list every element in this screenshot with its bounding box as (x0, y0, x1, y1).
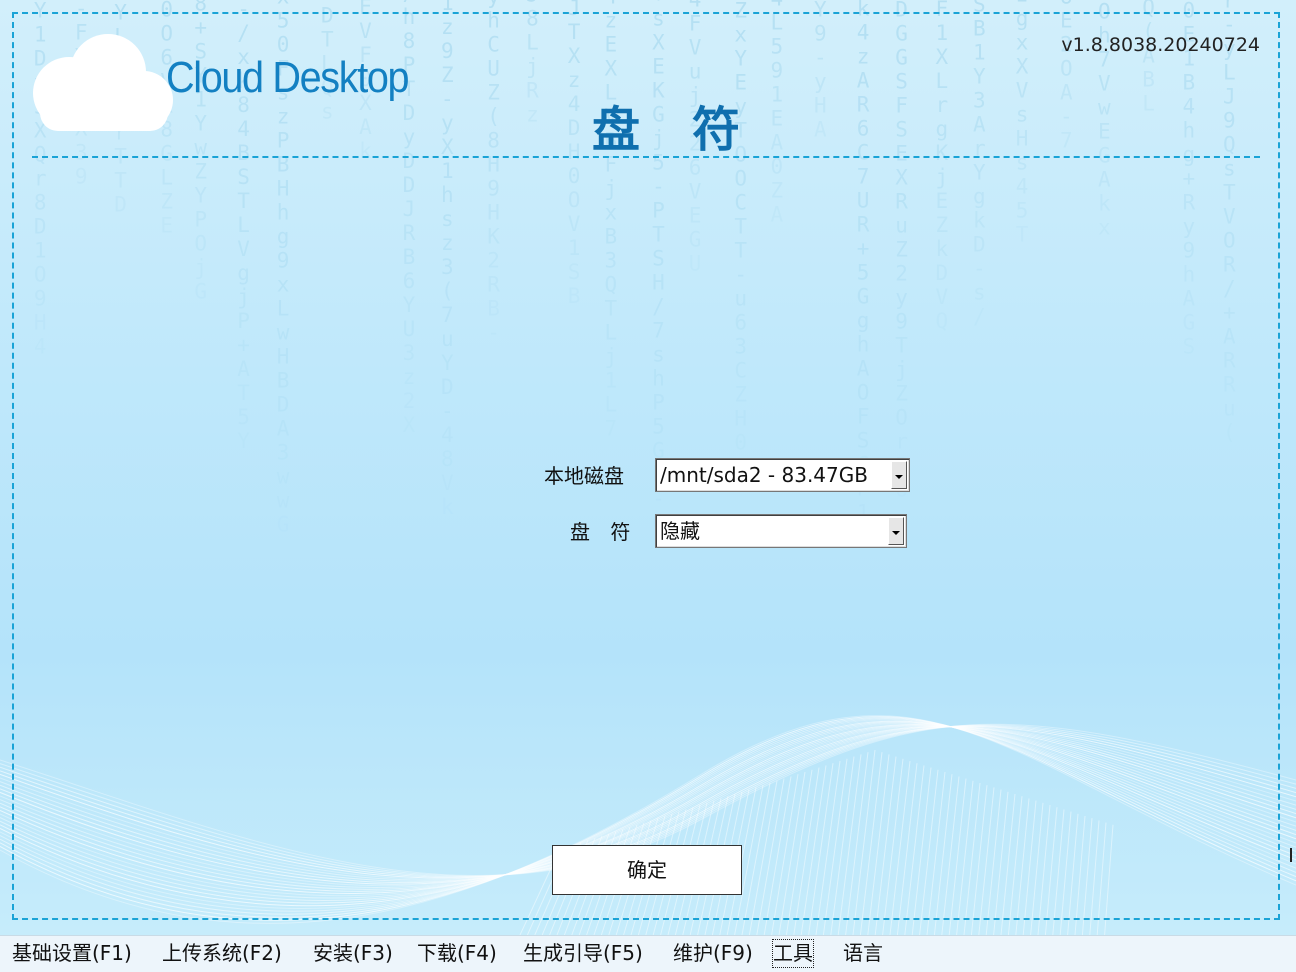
svg-text:4: 4 (605, 0, 618, 9)
svg-text:4: 4 (689, 0, 702, 12)
drive-letter-dropdown-button[interactable] (888, 517, 904, 545)
drive-letter-value: 隐藏 (660, 519, 700, 543)
menu-item-upload-system[interactable]: 上传系统(F2) (162, 939, 282, 968)
svg-text:r: r (1223, 0, 1236, 13)
local-disk-label: 本地磁盘 (544, 464, 624, 488)
chevron-down-icon (892, 531, 900, 535)
svg-text:J: J (526, 0, 539, 7)
local-disk-dropdown-button[interactable] (891, 461, 907, 489)
menu-item-tools[interactable]: 工具 (772, 939, 814, 968)
confirm-button[interactable]: 确定 (552, 845, 742, 895)
cloud-icon (33, 34, 173, 131)
local-disk-value: /mnt/sda2 - 83.47GB (660, 463, 868, 487)
menu-item-generate-boot[interactable]: 生成引导(F5) (523, 939, 643, 968)
edge-marker (1290, 848, 1292, 862)
svg-text:4: 4 (771, 0, 784, 11)
app-name: Cloud Desktop (166, 53, 410, 102)
drive-letter-label: 盘 符 (570, 520, 631, 544)
menu-bar: 基础设置(F1) 上传系统(F2) 安装(F3) 下载(F4) 生成引导(F5)… (0, 935, 1296, 972)
version-label: v1.8.8038.20240724 (1061, 34, 1260, 56)
drive-letter-select[interactable]: 隐藏 (655, 514, 907, 548)
page-title: 盘符 (592, 102, 793, 158)
menu-item-install[interactable]: 安装(F3) (313, 939, 393, 968)
menu-item-download[interactable]: 下载(F4) (417, 939, 497, 968)
svg-text:x: x (277, 0, 290, 9)
menu-item-maintenance[interactable]: 维护(F9) (673, 939, 753, 968)
svg-text:y: y (487, 0, 500, 8)
menu-item-language[interactable]: 语言 (843, 939, 883, 968)
chevron-down-icon (895, 475, 903, 479)
menu-item-basic-settings[interactable]: 基础设置(F1) (12, 939, 132, 968)
main-screen: OY1Dy5XQr8D1O9H4+-FY+JX39YL3SHrTTD0O6Vk8… (0, 0, 1296, 935)
local-disk-select[interactable]: /mnt/sda2 - 83.47GB (655, 458, 910, 492)
svg-text:U: U (1060, 0, 1073, 8)
